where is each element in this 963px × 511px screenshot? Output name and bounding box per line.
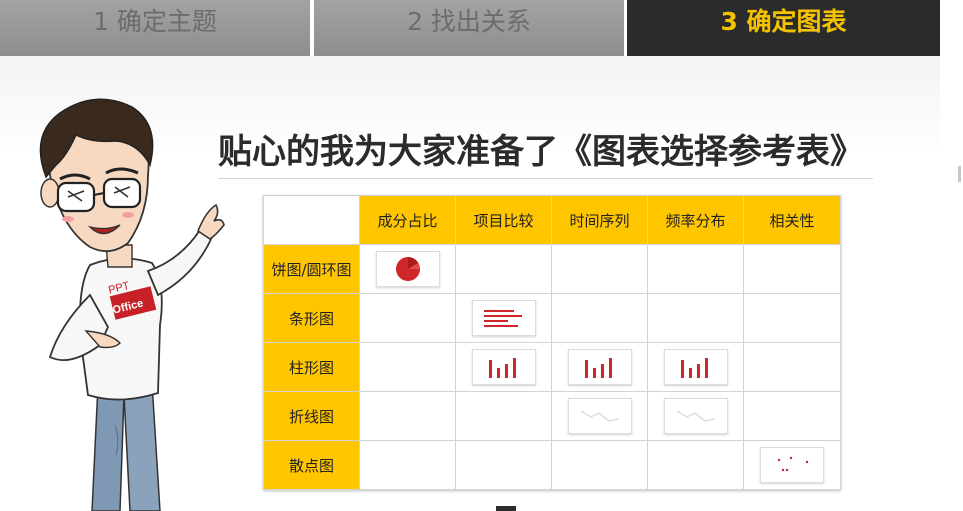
table-cell <box>551 342 648 392</box>
column-chart-icon <box>663 349 728 385</box>
table-corner-cell <box>263 195 360 245</box>
table-cell <box>551 391 648 441</box>
table-row: 柱形图 <box>263 342 841 392</box>
column-header: 项目比较 <box>455 195 552 245</box>
table-row: 条形图 <box>263 293 841 343</box>
table-cell <box>551 293 648 343</box>
table-cell <box>359 293 456 343</box>
table-cell <box>647 293 744 343</box>
bottom-indicator <box>496 506 516 511</box>
row-header: 条形图 <box>263 293 360 343</box>
table-cell <box>551 244 648 294</box>
table-cell <box>647 391 744 441</box>
table-cell <box>455 244 552 294</box>
pie-chart-icon <box>375 251 440 287</box>
table-cell <box>359 440 456 490</box>
table-cell <box>359 244 456 294</box>
step-tabs: 1 确定主题 2 找出关系 3 确定图表 <box>0 0 940 56</box>
table-cell <box>743 440 841 490</box>
table-row: 散点图 <box>263 440 841 490</box>
table-cell <box>743 244 841 294</box>
table-cell <box>647 342 744 392</box>
column-chart-icon <box>471 349 536 385</box>
table-cell <box>647 244 744 294</box>
row-header: 柱形图 <box>263 342 360 392</box>
table-row: 折线图 <box>263 391 841 441</box>
table-cell <box>647 440 744 490</box>
line-chart-icon <box>567 398 632 434</box>
table-cell <box>551 440 648 490</box>
chart-selection-table: 成分占比 项目比较 时间序列 频率分布 相关性 饼图/圆环图 条形图 柱形图 折… <box>263 195 841 490</box>
table-header-row: 成分占比 项目比较 时间序列 频率分布 相关性 <box>263 195 841 245</box>
table-cell <box>455 293 552 343</box>
scroll-marker <box>958 166 961 182</box>
row-header: 饼图/圆环图 <box>263 244 360 294</box>
step-tab-2[interactable]: 2 找出关系 <box>314 0 624 56</box>
step-tab-1[interactable]: 1 确定主题 <box>0 0 310 56</box>
table-cell <box>455 440 552 490</box>
line-chart-icon <box>663 398 728 434</box>
page-headline: 贴心的我为大家准备了《图表选择参考表》 <box>218 132 864 172</box>
step-tab-3-active[interactable]: 3 确定图表 <box>627 0 940 56</box>
right-edge <box>940 0 963 511</box>
scatter-chart-icon <box>760 447 824 483</box>
table-cell <box>743 342 841 392</box>
row-header: 折线图 <box>263 391 360 441</box>
column-header: 成分占比 <box>359 195 456 245</box>
column-header: 时间序列 <box>551 195 648 245</box>
table-cell <box>455 391 552 441</box>
table-cell <box>743 391 841 441</box>
headline-divider <box>218 178 873 179</box>
table-cell <box>455 342 552 392</box>
mascot-illustration: PPT Office <box>39 98 225 511</box>
column-header: 频率分布 <box>647 195 744 245</box>
row-header: 散点图 <box>263 440 360 490</box>
table-row: 饼图/圆环图 <box>263 244 841 294</box>
table-cell <box>743 293 841 343</box>
bar-chart-icon <box>471 300 536 336</box>
table-cell <box>359 342 456 392</box>
column-header: 相关性 <box>743 195 841 245</box>
table-cell <box>359 391 456 441</box>
column-chart-icon <box>567 349 632 385</box>
